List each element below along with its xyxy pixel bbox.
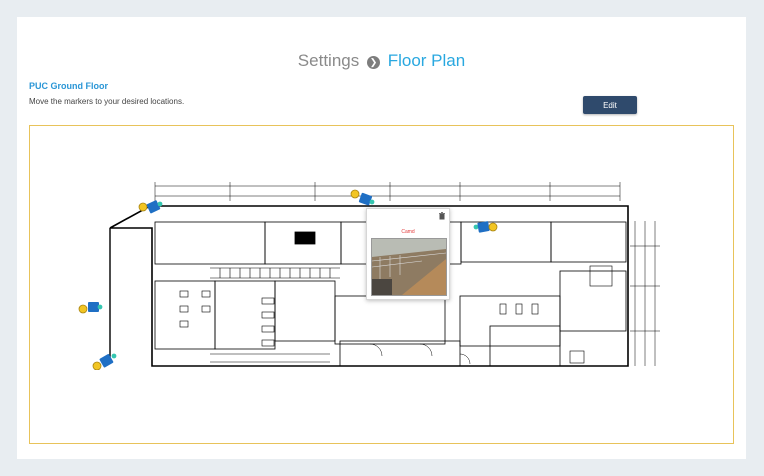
camera-preview-popup: Camd — [366, 208, 450, 300]
page-title: Settings ❯ Floor Plan — [17, 50, 746, 72]
camera-marker[interactable] — [472, 218, 498, 236]
floor-plan-canvas[interactable]: Camd — [29, 125, 734, 444]
trash-icon[interactable] — [438, 212, 446, 220]
camera-marker[interactable] — [138, 198, 164, 216]
camera-icon — [138, 200, 163, 214]
camera-icon — [92, 353, 117, 371]
camera-name: Camd — [401, 229, 415, 235]
chevron-right-circle-icon: ❯ — [366, 56, 380, 69]
settings-card: Settings ❯ Floor Plan PUC Ground Floor M… — [17, 17, 746, 459]
breadcrumb-settings[interactable]: Settings — [298, 51, 359, 70]
camera-marker[interactable] — [92, 352, 118, 371]
floor-plan-name: PUC Ground Floor — [29, 81, 108, 91]
breadcrumb-floor-plan: Floor Plan — [387, 51, 466, 70]
camera-marker[interactable] — [350, 188, 376, 206]
camera-icon — [350, 189, 375, 206]
floor-plan-instructions: Move the markers to your desired locatio… — [29, 97, 185, 106]
camera-icon — [473, 221, 498, 233]
camera-snapshot-image — [372, 239, 446, 295]
edit-button[interactable]: Edit — [583, 96, 637, 114]
camera-snapshot — [371, 238, 447, 296]
camera-marker[interactable] — [78, 298, 104, 316]
camera-icon — [78, 302, 103, 314]
